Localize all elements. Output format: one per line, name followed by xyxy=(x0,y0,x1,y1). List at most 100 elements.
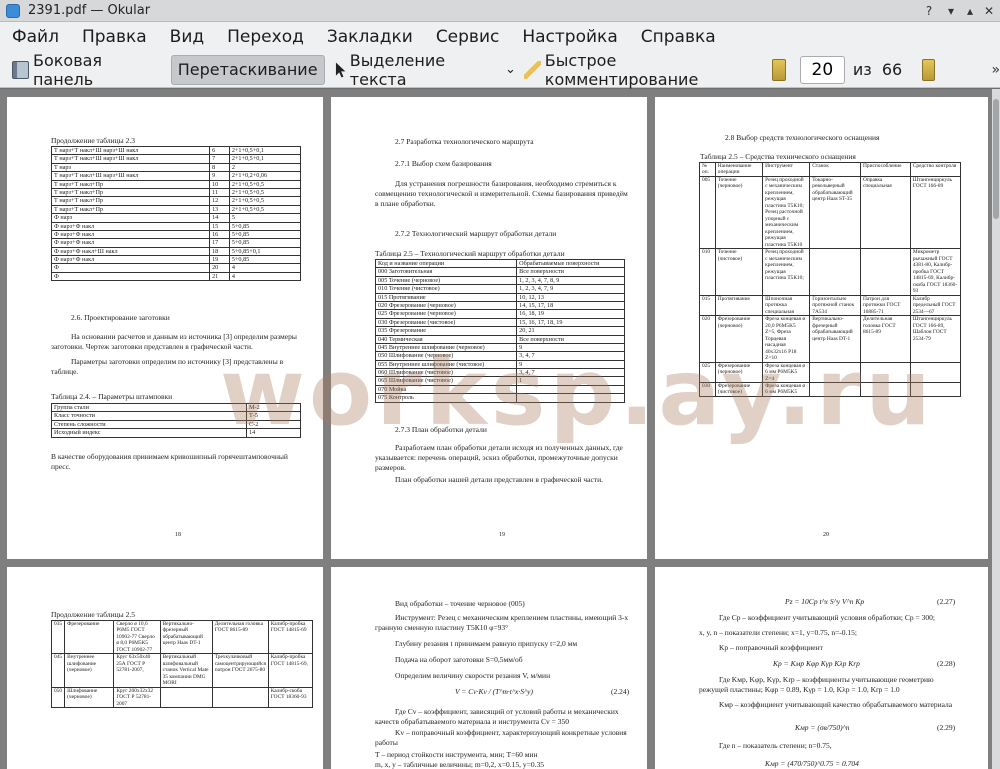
table-row: 000 Заготовительная Все поверхности xyxy=(374,267,625,277)
quick-annotation-button[interactable]: Быстрое комментирование xyxy=(518,51,767,89)
menu-view[interactable]: Вид xyxy=(170,27,204,47)
page19-h2: 2.7.1 Выбор схем базирования xyxy=(395,159,492,168)
table-row: Код и название операции Обрабатываемые по… xyxy=(374,258,625,269)
table-row: 020 Фрезерование (черновое) 14, 15, 17, 1… xyxy=(374,300,625,311)
table-cell: Инструмент xyxy=(762,162,811,177)
table-cell: Исходный индекс xyxy=(50,428,248,438)
table-row: 025 Фрезерование (черновое) 16, 18, 19 xyxy=(374,309,625,319)
pdf-page-23: Pz = 10Cp t^x S^y V^n Kp (2.27) Где Cp –… xyxy=(655,567,988,769)
table-cell: 2+1+0,5+0,5 xyxy=(228,204,302,215)
pdf-page-21: Продолжение таблицы 2.5 035 Фрезерование С… xyxy=(7,567,323,769)
sidebar-icon xyxy=(12,60,29,79)
page19-table-caption: Таблица 2.5 – Технологический маршрут об… xyxy=(375,249,565,258)
table-row: 010 Точение (чистовое) 1, 2, 3, 4, 7, 9 xyxy=(374,284,625,294)
page-number-input[interactable]: 20 xyxy=(799,55,845,84)
table-cell: Протягивание xyxy=(714,294,764,317)
browse-tool-label: Перетаскивание xyxy=(177,60,318,79)
table-cell: 15, 16, 17, 18, 19 xyxy=(516,317,625,328)
table-cell: 5 xyxy=(228,213,302,223)
page23-formula3: Kмр = (σв/750)^n xyxy=(795,723,850,732)
menu-file[interactable]: Файл xyxy=(12,27,59,47)
table-cell: 2+1+0,5+0,1 xyxy=(228,145,302,156)
toolbar-overflow-icon[interactable]: » xyxy=(991,62,1000,78)
table-row: Ф нарз+Ф накл+Ш накл 18 5+0,85+0,1 xyxy=(50,246,302,257)
highlighter-icon xyxy=(523,60,541,79)
page22-eq-number: (2.24) xyxy=(611,687,630,696)
menu-bookmarks[interactable]: Закладки xyxy=(327,27,413,47)
table-row: Т нарз+Т накл+Пр 13 2+1+0,5+0,5 xyxy=(50,204,302,215)
page19-number: 19 xyxy=(499,532,505,538)
table-cell: 035 Фрезерование xyxy=(374,326,518,336)
table-cell: 12 xyxy=(209,196,230,206)
page18-heading: Продолжение таблицы 2.3 xyxy=(51,136,135,145)
page18-table-caption: Таблица 2.4. – Параметры штамповки xyxy=(51,392,173,401)
table-cell: Ф нарз+Ф накл xyxy=(50,238,211,248)
table-row: Ф нарз 14 5 xyxy=(50,213,302,223)
table-cell: 2+1+0,2+0,06 xyxy=(228,171,302,181)
table-cell: 18 xyxy=(209,246,230,257)
table-cell: 5+0,85 xyxy=(228,255,302,265)
page23-formula4: Kмр = (470/750)^0.75 = 0.704 xyxy=(765,759,859,768)
table-row: 015 Протягивание Шпоночная протяжка специа… xyxy=(699,294,962,317)
table-cell: Ф нарз+Ф накл xyxy=(50,221,211,231)
table-cell: Обрабатываемые поверхности xyxy=(516,258,625,269)
page20-number: 20 xyxy=(823,532,829,538)
table-cell: Т нарз xyxy=(50,162,211,173)
table-cell: Код и название операции xyxy=(374,258,518,269)
table-cell: 14, 15, 17, 18 xyxy=(516,300,625,311)
page18-number: 18 xyxy=(175,532,181,538)
browse-tool-button[interactable]: Перетаскивание xyxy=(170,54,325,85)
menu-settings[interactable]: Настройка xyxy=(522,27,617,47)
table-cell: Делительная головка ГОСТ 8615-89 xyxy=(211,619,269,655)
table-cell xyxy=(859,248,911,296)
table-cell: 5+0,85 xyxy=(228,238,302,248)
table-cell: Фрезерование xyxy=(64,619,115,655)
page23-line5: Kмр – коэффициент учитывающий качество о… xyxy=(719,700,953,709)
table-cell: 16 xyxy=(209,229,230,240)
vertical-scrollbar[interactable] xyxy=(992,89,1000,769)
scrollbar-thumb[interactable] xyxy=(993,99,999,219)
previous-page-icon[interactable] xyxy=(772,58,786,81)
table-row: Ф нарз+Ф накл 15 5+0,85 xyxy=(50,221,302,231)
table-cell: 2+1+0,5+0,5 xyxy=(228,187,302,198)
page19-para2: Разработаем план обработки детали исходя… xyxy=(375,443,623,473)
minimize-icon[interactable]: ▾ xyxy=(943,3,959,19)
table-cell: Средство контроля xyxy=(909,162,962,177)
table-cell: 2+1+0,5+0,5 xyxy=(228,179,302,189)
table-cell: Класс точности xyxy=(50,411,248,421)
menu-go[interactable]: Переход xyxy=(227,27,304,47)
table-cell: Все поверхности xyxy=(516,267,625,277)
menu-tools[interactable]: Сервис xyxy=(436,27,500,47)
next-page-icon[interactable] xyxy=(922,58,936,81)
table-row: 005 Точение (черновое) Резец проходной с м… xyxy=(699,175,962,250)
table-cell: 14 xyxy=(209,213,230,223)
page-of-label: из xyxy=(852,60,872,79)
table-cell: 4 xyxy=(228,263,302,273)
sidebar-toggle-button[interactable]: Боковая панель xyxy=(6,51,165,89)
maximize-icon[interactable]: ▴ xyxy=(962,3,978,19)
page23-line6: Где n – показатель степени; n=0.75, xyxy=(719,741,832,750)
page22-line7: Kv – поправочный коэффициент, характериз… xyxy=(375,728,627,748)
text-select-tool-button[interactable]: Выделение текста xyxy=(329,51,503,89)
table-cell: Резец проходной с механическим крепление… xyxy=(762,175,811,250)
page20-h1: 2.8 Выбор средств технологического оснащ… xyxy=(725,133,880,142)
table-cell: Оправка специальная xyxy=(859,175,911,250)
table-row: Ф 20 4 xyxy=(50,263,302,273)
main-toolbar: Боковая панель Перетаскивание Выделение … xyxy=(0,51,1000,89)
close-icon[interactable]: ✕ xyxy=(981,3,997,19)
tool-dropdown-button[interactable]: ⌄ xyxy=(503,55,518,85)
table-cell: 6 xyxy=(209,145,230,156)
table-cell: 1, 2, 3, 4, 7, 8, 9 xyxy=(516,275,625,286)
page22-line4: Подача на оборот заготовки S=0,5мм/об xyxy=(395,655,523,664)
page23-line2: x, y, n – показатели степени; x=1, y=0.7… xyxy=(699,628,858,637)
table-cell: 20, 21 xyxy=(516,326,625,336)
table-cell: 9 xyxy=(209,171,230,181)
pdf-page-18: Продолжение таблицы 2.3 Т нарз+Т накл+Ш … xyxy=(7,97,323,559)
document-view[interactable]: Продолжение таблицы 2.3 Т нарз+Т накл+Ш … xyxy=(0,89,1000,769)
help-icon[interactable]: ? xyxy=(921,3,937,19)
menu-help[interactable]: Справка xyxy=(641,27,716,47)
page23-formula2: Kp = Kмр Kφр Kγр Kλр Krp xyxy=(773,659,860,668)
menu-edit[interactable]: Правка xyxy=(82,27,147,47)
page21-heading: Продолжение таблицы 2.5 xyxy=(51,610,135,619)
table-cell: Степень сложности xyxy=(50,419,248,430)
